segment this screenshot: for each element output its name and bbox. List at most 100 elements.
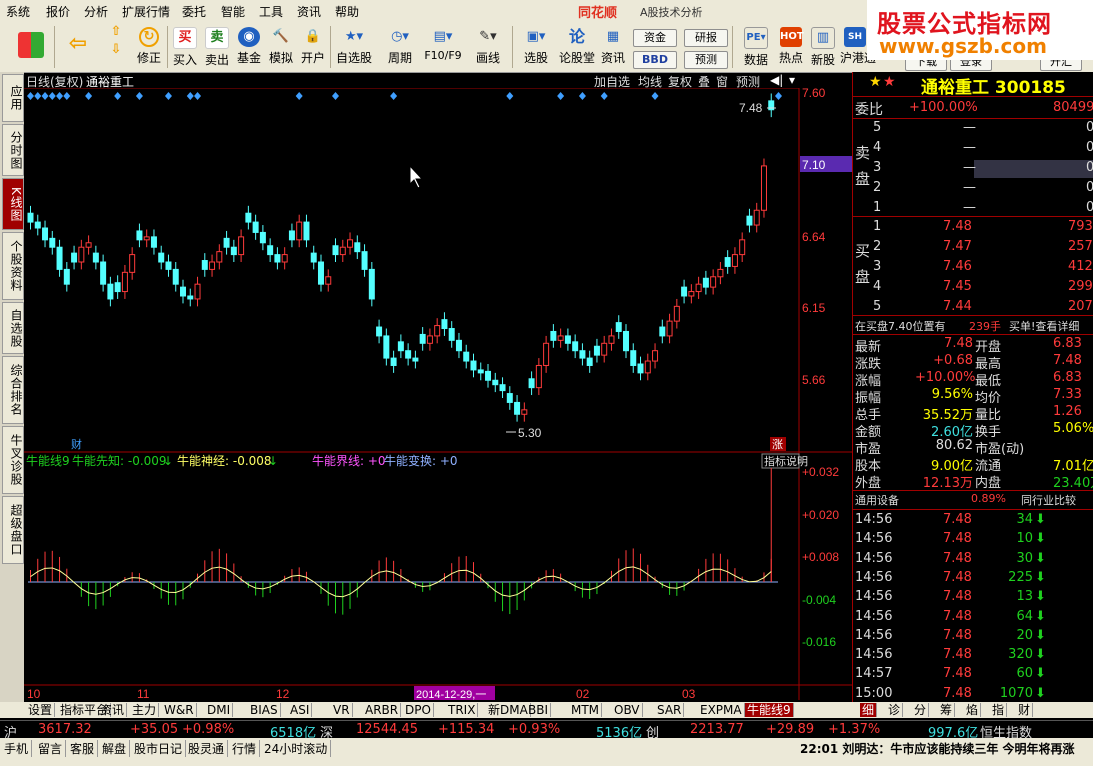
date-label-2: 12 bbox=[276, 687, 290, 701]
news-button[interactable]: ▦ 资讯 bbox=[598, 22, 628, 72]
menu-tools[interactable]: 工具 bbox=[259, 3, 283, 20]
bbd-button[interactable]: BBD bbox=[633, 51, 677, 69]
sh-value[interactable]: 3617.32 bbox=[38, 722, 92, 737]
tab-item[interactable]: BIAS bbox=[248, 703, 281, 717]
buy-price[interactable]: 7.46 bbox=[943, 259, 972, 274]
data-button[interactable]: PE▾ 数据 bbox=[736, 22, 776, 72]
tab-item[interactable]: 设置 bbox=[26, 703, 56, 717]
forum-button[interactable]: 论 论股堂 bbox=[558, 22, 596, 72]
buy-icon: 买 bbox=[173, 27, 197, 49]
menu-ext-quote[interactable]: 扩展行情 bbox=[122, 3, 170, 20]
simulate-button[interactable]: 🔨 模拟 bbox=[266, 22, 296, 72]
tab-item[interactable]: ASI bbox=[288, 703, 313, 717]
side-tab[interactable]: 诊 bbox=[886, 703, 904, 717]
hk-connect-button[interactable]: SH 沪港通 bbox=[840, 22, 876, 72]
menu-system[interactable]: 系统 bbox=[6, 3, 30, 20]
queue-link[interactable]: 买单!查看详细 bbox=[1009, 318, 1079, 334]
tab-item[interactable]: ARBR bbox=[363, 703, 402, 717]
status-ling[interactable]: 股灵通 bbox=[188, 740, 229, 757]
nav-ranking[interactable]: 综合排名 bbox=[2, 356, 24, 424]
status-service[interactable]: 客服 bbox=[70, 740, 99, 757]
capital-button[interactable]: 资金 bbox=[633, 29, 677, 47]
buy-price[interactable]: 7.48 bbox=[943, 219, 972, 234]
candle-body bbox=[630, 350, 637, 366]
nav-profile[interactable]: 个股资料 bbox=[2, 232, 24, 300]
buy-price[interactable]: 7.44 bbox=[943, 299, 972, 314]
fin-marker[interactable]: 财 bbox=[71, 437, 82, 451]
buy-price[interactable]: 7.47 bbox=[943, 239, 972, 254]
status-rolling[interactable]: 24小时滚动 bbox=[264, 740, 332, 757]
side-tab[interactable]: 指 bbox=[990, 703, 1008, 717]
sz-value[interactable]: 12544.45 bbox=[356, 722, 418, 737]
candle-body bbox=[514, 401, 521, 415]
tab-item[interactable]: 主力 bbox=[130, 703, 160, 717]
tab-item[interactable]: W&R bbox=[162, 703, 197, 717]
nav-super-panel[interactable]: 超级盘口 bbox=[2, 496, 24, 564]
sell-price[interactable]: — bbox=[963, 200, 976, 215]
stock-select-button[interactable]: ▣▾ 选股 bbox=[516, 22, 556, 72]
sell-price[interactable]: — bbox=[963, 180, 976, 195]
menu-analysis[interactable]: 分析 bbox=[84, 3, 108, 20]
menu-smart[interactable]: 智能 bbox=[221, 3, 245, 20]
industry-label[interactable]: 通用设备 bbox=[855, 492, 899, 508]
menu-help[interactable]: 帮助 bbox=[335, 3, 359, 20]
sell-button[interactable]: 卖 卖出 bbox=[202, 22, 232, 72]
cy-value[interactable]: 2213.77 bbox=[690, 722, 744, 737]
tab-item[interactable]: TRIX bbox=[446, 703, 479, 717]
menu-trade[interactable]: 委托 bbox=[182, 3, 206, 20]
news-ticker[interactable]: 22:01 刘明达：牛市应该能持续三年 今明年将再涨 bbox=[800, 740, 1093, 757]
up-down-button[interactable]: ⇧ ⇩ bbox=[102, 22, 130, 72]
side-tab[interactable]: 财 bbox=[1016, 703, 1034, 717]
side-tab[interactable]: 筹 bbox=[938, 703, 956, 717]
back-button[interactable]: ⇦ bbox=[60, 22, 96, 72]
tab-item[interactable]: 新DMA bbox=[486, 703, 531, 717]
forecast-button[interactable]: 预测 bbox=[684, 51, 728, 69]
prev-icon[interactable]: ◀| bbox=[770, 73, 783, 87]
side-tab[interactable]: 细 bbox=[860, 703, 878, 717]
tab-item[interactable]: DPO bbox=[403, 703, 434, 717]
sell-price[interactable]: — bbox=[963, 160, 976, 175]
buy-price[interactable]: 7.45 bbox=[943, 279, 972, 294]
side-tab[interactable]: 分 bbox=[912, 703, 930, 717]
draw-line-button[interactable]: ✎▾ 画线 bbox=[468, 22, 508, 72]
tab-item[interactable]: 牛能线9 bbox=[745, 703, 794, 717]
hot-button[interactable]: HOT 热点 bbox=[776, 22, 806, 72]
industry-compare-button[interactable]: 同行业比较 bbox=[1021, 492, 1076, 508]
ipo-button[interactable]: ▥ 新股 bbox=[808, 22, 838, 72]
layout-button[interactable] bbox=[14, 22, 48, 72]
f10-button[interactable]: ▤▾ F10/F9 bbox=[422, 22, 464, 72]
sell-price[interactable]: — bbox=[963, 120, 976, 135]
status-message[interactable]: 留言 bbox=[38, 740, 67, 757]
tab-item[interactable]: EXPMA bbox=[698, 703, 745, 717]
tab-item[interactable]: 资讯 bbox=[98, 703, 128, 717]
tab-item[interactable]: DMI bbox=[205, 703, 234, 717]
fix-button[interactable]: ↻ 修正 bbox=[134, 22, 164, 72]
tab-item[interactable]: OBV bbox=[612, 703, 643, 717]
research-button[interactable]: 研报 bbox=[684, 29, 728, 47]
open-account-button[interactable]: 🔒 开户 bbox=[298, 22, 328, 72]
status-market[interactable]: 行情 bbox=[232, 740, 261, 757]
status-commentary[interactable]: 解盘 bbox=[102, 740, 131, 757]
nav-apps[interactable]: 应用 bbox=[2, 74, 24, 122]
chart-canvas[interactable]: 7.60 7.10 6.64 6.15 5.66 7.48 5.30 财 涨 牛… bbox=[24, 88, 852, 702]
menu-quote[interactable]: 报价 bbox=[46, 3, 70, 20]
nav-intraday[interactable]: 分时图 bbox=[2, 124, 24, 176]
tab-item[interactable]: MTM bbox=[569, 703, 603, 717]
sell-price[interactable]: — bbox=[963, 140, 976, 155]
watchlist-button[interactable]: ★▾ 自选股 bbox=[334, 22, 374, 72]
tab-item[interactable]: VR bbox=[331, 703, 353, 717]
status-diary[interactable]: 股市日记 bbox=[134, 740, 187, 757]
period-button[interactable]: ◷▾ 周期 bbox=[380, 22, 420, 72]
nav-kline[interactable]: K线图 bbox=[2, 178, 24, 230]
status-mobile[interactable]: 手机 bbox=[4, 740, 33, 757]
fund-button[interactable]: ◉ 基金 bbox=[234, 22, 264, 72]
zhang-marker[interactable]: 涨 bbox=[772, 438, 783, 451]
dropdown-icon[interactable]: ▾ bbox=[789, 73, 795, 87]
side-tab[interactable]: 焰 bbox=[964, 703, 982, 717]
nav-watchlist[interactable]: 自选股 bbox=[2, 302, 24, 354]
tab-item[interactable]: BBI bbox=[526, 703, 552, 717]
nav-diagnose[interactable]: 牛叉诊股 bbox=[2, 426, 24, 494]
menu-info[interactable]: 资讯 bbox=[297, 3, 321, 20]
buy-button[interactable]: 买 买入 bbox=[170, 22, 200, 72]
tab-item[interactable]: SAR bbox=[655, 703, 685, 717]
